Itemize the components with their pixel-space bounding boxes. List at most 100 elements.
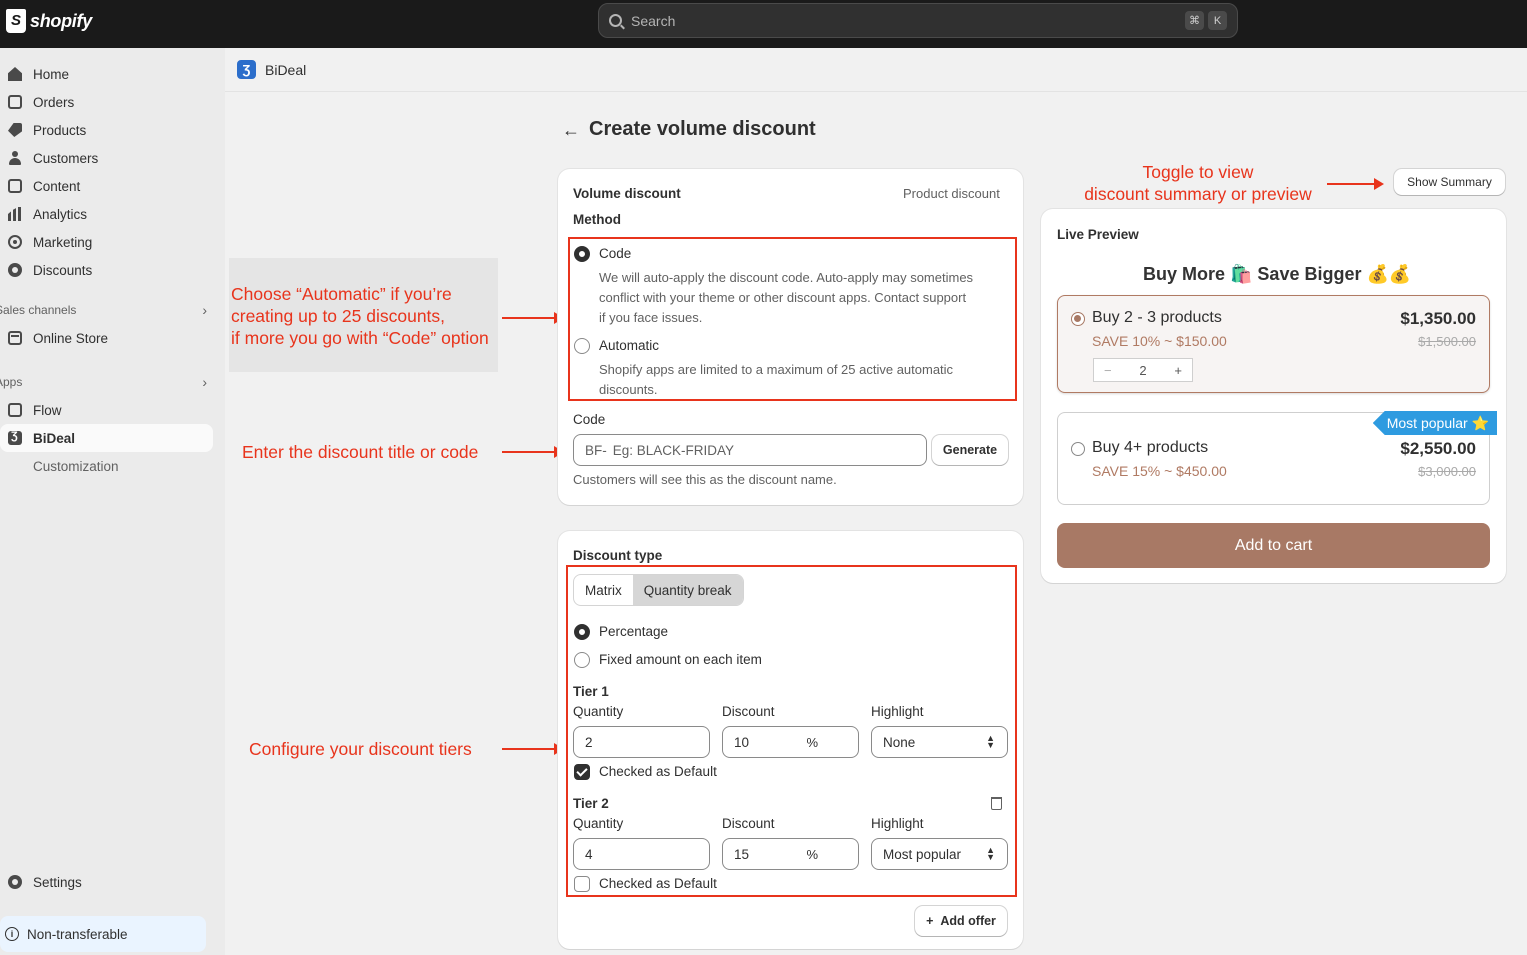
bideal-app-icon (8, 430, 22, 445)
highlight-label: Highlight (871, 704, 924, 719)
segment-quantity-break[interactable]: Quantity break (632, 575, 743, 605)
discount-label: Discount (722, 816, 775, 831)
bideal-logo-icon: Ʒ (237, 60, 256, 79)
select-arrows-icon: ▲ ▼ (986, 733, 995, 750)
tier-1-default-checkbox[interactable] (574, 764, 590, 780)
radio-code[interactable] (574, 246, 590, 262)
annotation-automatic: Choose “Automatic” if you’re creating up… (231, 283, 489, 349)
tier-savings: SAVE 15% ~ $450.00 (1092, 463, 1227, 479)
command-key: ⌘ (1185, 11, 1204, 30)
sidebar-item-content[interactable]: Content (0, 172, 213, 200)
add-to-cart-button[interactable]: Add to cart (1057, 523, 1490, 568)
sidebar-item-bideal[interactable]: BiDeal (0, 424, 213, 452)
preview-tier-1-radio[interactable] (1071, 312, 1085, 326)
desc-line: Shopify apps are limited to a maximum of… (599, 362, 954, 377)
card-title: Discount type (573, 548, 663, 563)
chevron-right-icon: › (202, 374, 207, 390)
segment-matrix[interactable]: Matrix (574, 575, 633, 605)
k-key: K (1208, 11, 1227, 30)
sidebar-item-home[interactable]: Home (0, 60, 213, 88)
code-prefix: BF- (585, 442, 607, 458)
radio-automatic[interactable] (574, 338, 590, 354)
info-icon: i (5, 927, 19, 941)
sidebar-item-label: Settings (33, 874, 82, 890)
preview-tier-2-radio[interactable] (1071, 442, 1085, 456)
apps-header[interactable]: Apps › (0, 372, 213, 392)
tier-2-title: Tier 2 (573, 796, 609, 811)
sidebar-item-products[interactable]: Products (0, 116, 213, 144)
sidebar-item-customers[interactable]: Customers (0, 144, 213, 172)
annotation-line: discount summary or preview (1084, 184, 1312, 204)
sidebar-item-online-store[interactable]: Online Store (0, 324, 213, 352)
radio-percentage[interactable] (574, 624, 590, 640)
orders-icon (8, 95, 22, 109)
add-offer-button[interactable]: + Add offer (915, 906, 1007, 936)
sidebar-item-settings[interactable]: Settings (0, 868, 213, 896)
code-input[interactable]: BF- Eg: BLACK-FRIDAY (573, 434, 927, 466)
input-value: 10 (734, 734, 750, 750)
home-icon (8, 67, 22, 81)
non-transferable-badge[interactable]: i Non-transferable (0, 916, 206, 952)
highlight-label: Highlight (871, 816, 924, 831)
sidebar-item-label: Customers (33, 150, 99, 166)
sidebar-item-marketing[interactable]: Marketing (0, 228, 213, 256)
discount-label: Discount (722, 704, 775, 719)
input-value: 2 (585, 734, 593, 750)
search-icon (609, 14, 622, 27)
arrow-toggle (1327, 178, 1384, 190)
tier-2-highlight-select[interactable]: Most popular ▲ ▼ (871, 838, 1008, 870)
radio-fixed-amount[interactable] (574, 652, 590, 668)
tier-name: Buy 2 - 3 products (1092, 309, 1222, 326)
shopify-logo[interactable]: shopify (6, 9, 92, 33)
search-placeholder: Search (631, 12, 676, 29)
show-summary-button[interactable]: Show Summary (1394, 169, 1505, 195)
preview-tier-2[interactable]: Buy 4+ products SAVE 15% ~ $450.00 $2,55… (1057, 411, 1497, 505)
sidebar-item-label: Home (33, 66, 70, 82)
tier-1-highlight-select[interactable]: None ▲ ▼ (871, 726, 1008, 758)
chevron-right-icon: › (202, 302, 207, 318)
quantity-stepper[interactable]: − 2 + (1093, 358, 1193, 382)
sidebar-item-discounts[interactable]: Discounts (0, 256, 213, 284)
tier-1-quantity-input[interactable]: 2 (573, 726, 710, 758)
person-icon (8, 151, 22, 165)
automatic-option-label: Automatic (599, 338, 660, 353)
tier-price: $2,550.00 (1400, 439, 1476, 458)
select-value: None (883, 734, 916, 750)
app-title: BiDeal (265, 61, 307, 78)
search-bar[interactable]: Search ⌘ K (598, 3, 1238, 38)
code-field-label: Code (573, 412, 606, 427)
tag-icon (8, 123, 22, 137)
sidebar-item-customization[interactable]: Customization (0, 452, 213, 480)
method-label: Method (573, 212, 621, 227)
arrow-code (502, 446, 564, 458)
sidebar-item-label: Flow (33, 402, 62, 418)
arrow-automatic (502, 312, 564, 324)
sidebar-item-flow[interactable]: Flow (0, 396, 213, 424)
content-icon (8, 179, 22, 193)
input-value: 4 (585, 846, 593, 862)
sales-channels-header[interactable]: Sales channels › (0, 300, 213, 320)
code-help-text: Customers will see this as the discount … (573, 472, 837, 487)
minus-icon[interactable]: − (1104, 363, 1112, 378)
tier-savings: SAVE 10% ~ $150.00 (1092, 333, 1227, 349)
percent-suffix: % (806, 734, 818, 750)
shopify-bag-icon (6, 9, 26, 33)
plus-icon[interactable]: + (1174, 363, 1182, 378)
back-arrow-icon[interactable]: ← (562, 120, 580, 141)
search-shortcut: ⌘ K (1185, 11, 1227, 30)
tier-2-default-checkbox[interactable] (574, 876, 590, 892)
tier-1-discount-input[interactable]: 10% (722, 726, 859, 758)
sidebar-item-orders[interactable]: Orders (0, 88, 213, 116)
annotation-toggle: Toggle to view discount summary or previ… (1080, 161, 1316, 205)
generate-button[interactable]: Generate (932, 435, 1008, 465)
live-preview-label: Live Preview (1057, 227, 1139, 242)
sidebar-item-label: Products (33, 122, 87, 138)
tier-2-discount-input[interactable]: 15% (722, 838, 859, 870)
plus-icon: + (926, 914, 934, 928)
percentage-label: Percentage (599, 624, 669, 639)
sidebar-item-analytics[interactable]: Analytics (0, 200, 213, 228)
tier-2-quantity-input[interactable]: 4 (573, 838, 710, 870)
trash-icon[interactable] (991, 797, 1002, 810)
preview-tier-1[interactable]: Buy 2 - 3 products SAVE 10% ~ $150.00 $1… (1057, 295, 1490, 393)
quantity-label: Quantity (573, 704, 624, 719)
